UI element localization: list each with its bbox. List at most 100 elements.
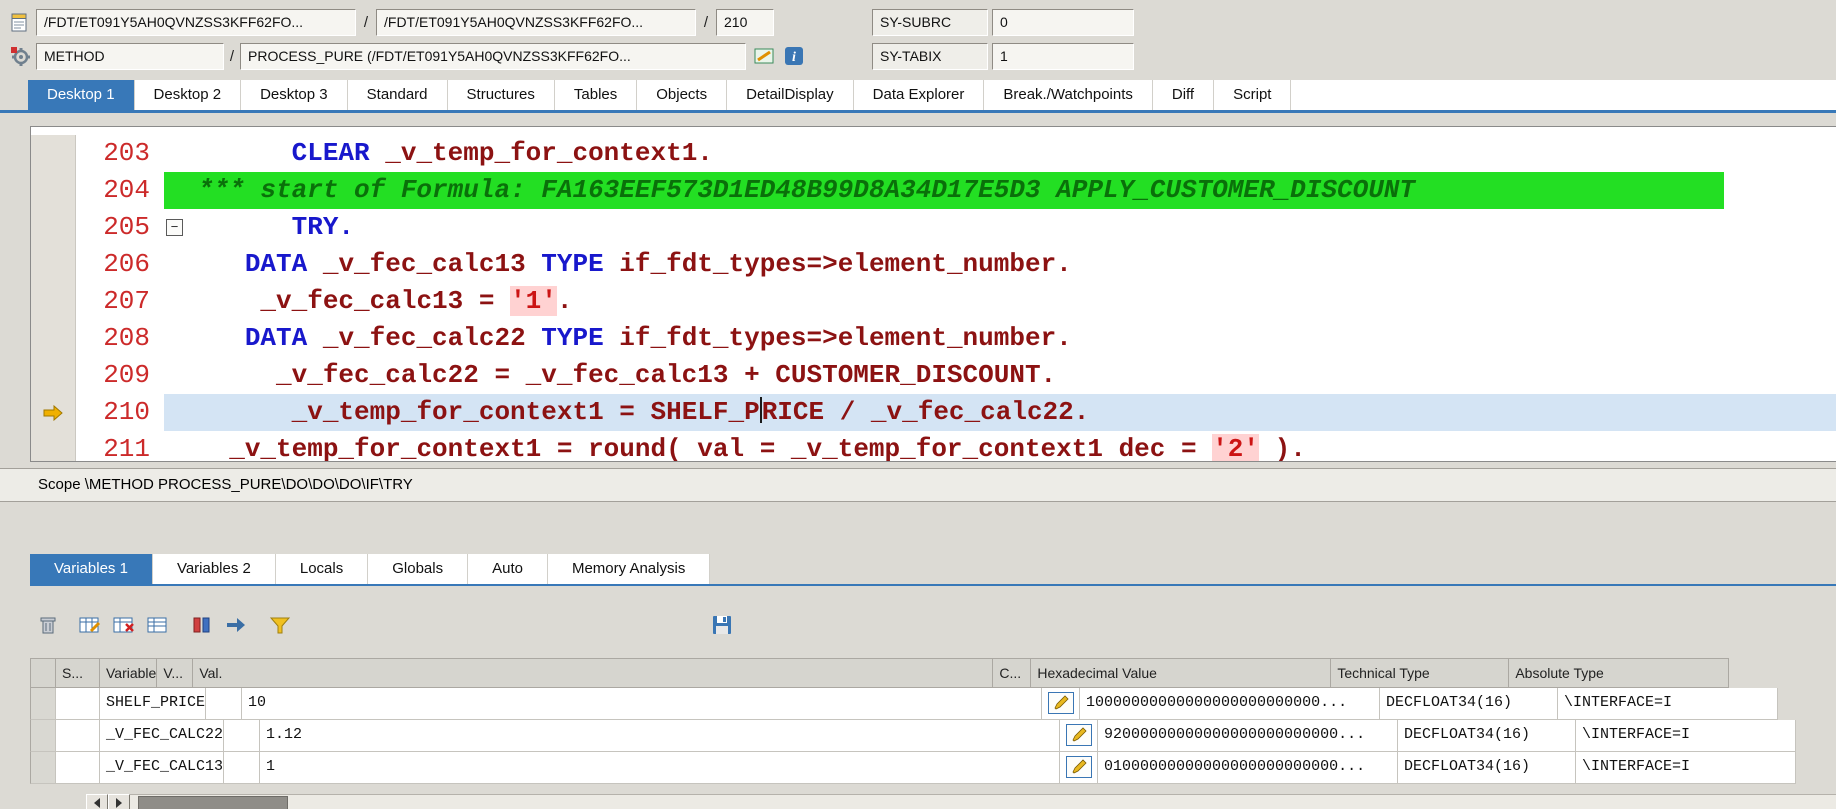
tab-memory-analysis[interactable]: Memory Analysis xyxy=(548,554,711,584)
tab-desktop-1[interactable]: Desktop 1 xyxy=(28,80,135,110)
transfer-icon[interactable] xyxy=(222,611,250,639)
tab-break-watchpoints[interactable]: Break./Watchpoints xyxy=(984,80,1153,110)
tab-data-explorer[interactable]: Data Explorer xyxy=(854,80,985,110)
info-icon[interactable]: i xyxy=(782,44,806,68)
tab-tables[interactable]: Tables xyxy=(555,80,638,110)
tab-desktop-3[interactable]: Desktop 3 xyxy=(241,80,348,110)
breakpoint-gutter[interactable] xyxy=(31,135,76,172)
column-header-tech[interactable]: Technical Type xyxy=(1331,658,1510,688)
scroll-left-button[interactable] xyxy=(86,794,108,809)
breakpoint-gutter[interactable] xyxy=(31,283,76,320)
tab-variables-2[interactable]: Variables 2 xyxy=(153,554,276,584)
code-text: TRY. xyxy=(291,212,355,242)
save-icon[interactable] xyxy=(708,611,736,639)
code-line-207[interactable]: 207 _v_fec_calc13 = '1'. xyxy=(31,283,1836,320)
technical-type-cell: DECFLOAT34(16) xyxy=(1398,720,1577,752)
breakpoint-gutter[interactable] xyxy=(31,357,76,394)
tab-detaildisplay[interactable]: DetailDisplay xyxy=(727,80,854,110)
tab-structures[interactable]: Structures xyxy=(448,80,555,110)
column-header-c[interactable]: C... xyxy=(993,658,1032,688)
column-header-v[interactable]: V... xyxy=(157,658,194,688)
event-detail-field[interactable]: PROCESS_PURE (/FDT/ET091Y5AH0QVNZSS3KFF6… xyxy=(240,43,746,70)
breakpoint-gutter[interactable] xyxy=(31,320,76,357)
variable-cell[interactable]: SHELF_PRICE xyxy=(100,688,207,720)
fold-margin xyxy=(164,357,198,394)
tab-locals[interactable]: Locals xyxy=(276,554,369,584)
code-line-205[interactable]: 205− TRY. xyxy=(31,209,1836,246)
filter-icon[interactable] xyxy=(266,611,294,639)
tab-objects[interactable]: Objects xyxy=(637,80,728,110)
hex-value-cell: 92000000000000000000000000... xyxy=(1098,720,1399,752)
row-selector[interactable] xyxy=(30,720,56,752)
edit-value-pencil-icon[interactable] xyxy=(1066,756,1093,778)
value-cell[interactable]: 10 xyxy=(242,688,1043,720)
desktop-tab-underline xyxy=(0,110,1836,113)
hex-value-cell: 01000000000000000000000000... xyxy=(1098,752,1399,784)
code-line-210[interactable]: 210 _v_temp_for_context1 = SHELF_PRICE /… xyxy=(31,394,1836,431)
insert-column-icon[interactable] xyxy=(188,611,216,639)
code-text: _v_temp_for_context1 = SHELF_PRICE / _v_… xyxy=(198,394,1836,431)
column-header-s[interactable]: S... xyxy=(56,658,100,688)
column-header-abs[interactable]: Absolute Type xyxy=(1509,658,1730,688)
edit-value-pencil-icon[interactable] xyxy=(1066,724,1093,746)
stack-icon[interactable] xyxy=(8,10,32,34)
code-line-208[interactable]: 208 DATA _v_fec_calc22 TYPE if_fdt_types… xyxy=(31,320,1836,357)
row-selector[interactable] xyxy=(30,752,56,784)
tab-desktop-2[interactable]: Desktop 2 xyxy=(135,80,242,110)
method-icon[interactable] xyxy=(8,44,32,68)
edit-value-pencil-icon[interactable] xyxy=(1048,692,1075,714)
column-header-variable[interactable]: Variable xyxy=(100,658,158,688)
tab-script[interactable]: Script xyxy=(1214,80,1292,110)
include-field[interactable]: /FDT/ET091Y5AH0QVNZSS3KFF62FO... xyxy=(376,9,696,36)
horizontal-scrollbar[interactable] xyxy=(30,794,1836,809)
scroll-right-button[interactable] xyxy=(108,794,130,809)
collapse-toggle-icon[interactable]: − xyxy=(164,209,198,246)
line-number: 203 xyxy=(103,138,150,168)
edit-cell[interactable] xyxy=(1060,752,1099,784)
fold-margin xyxy=(164,246,198,283)
field-list-icon[interactable] xyxy=(144,611,172,639)
sy-subrc-value[interactable]: 0 xyxy=(992,9,1134,36)
code-line-211[interactable]: 211 _v_temp_for_context1 = round( val = … xyxy=(31,431,1836,461)
edit-cell[interactable] xyxy=(1060,720,1099,752)
variable-cell[interactable]: _V_FEC_CALC13 xyxy=(100,752,225,784)
tab-auto[interactable]: Auto xyxy=(468,554,548,584)
code-line-203[interactable]: 203 CLEAR _v_temp_for_context1. xyxy=(31,135,1836,172)
breakpoint-gutter[interactable] xyxy=(31,172,76,209)
value-cell[interactable]: 1.12 xyxy=(260,720,1061,752)
row-selector[interactable] xyxy=(30,688,56,720)
value-cell[interactable]: 1 xyxy=(260,752,1061,784)
scroll-right-icon xyxy=(116,798,122,808)
edit-fields-icon[interactable] xyxy=(76,611,104,639)
event-type-field[interactable]: METHOD xyxy=(36,43,224,70)
current-line-arrow-icon[interactable] xyxy=(31,394,76,431)
stack-field[interactable]: /FDT/ET091Y5AH0QVNZSS3KFF62FO... xyxy=(36,9,356,36)
code-editor[interactable]: 203 CLEAR _v_temp_for_context1. 204 *** st… xyxy=(30,126,1836,462)
tab-diff[interactable]: Diff xyxy=(1153,80,1215,110)
variable-cell[interactable]: _V_FEC_CALC22 xyxy=(100,720,225,752)
desktop-tab-bar: Desktop 1 Desktop 2 Desktop 3 Standard Struc… xyxy=(28,80,1836,110)
code-line-209[interactable]: 209 _v_fec_calc22 = _v_fec_calc13 + CUST… xyxy=(31,357,1836,394)
breakpoint-gutter[interactable] xyxy=(31,431,76,461)
sy-tabix-value[interactable]: 1 xyxy=(992,43,1134,70)
tab-globals[interactable]: Globals xyxy=(368,554,469,584)
remove-fields-icon[interactable] xyxy=(110,611,138,639)
code-line-206[interactable]: 206 DATA _v_fec_calc13 TYPE if_fdt_types… xyxy=(31,246,1836,283)
column-header-sel[interactable] xyxy=(30,658,56,688)
column-header-val[interactable]: Val. xyxy=(193,658,994,688)
display-change-icon[interactable] xyxy=(752,44,776,68)
code-line-204[interactable]: 204 *** start of Formula: FA163EEF573D1ED… xyxy=(31,172,1836,209)
line-number-field[interactable]: 210 xyxy=(716,9,774,36)
separator: / xyxy=(363,14,369,31)
scrollbar-thumb[interactable] xyxy=(138,796,288,809)
delete-icon[interactable] xyxy=(34,611,62,639)
breakpoint-gutter[interactable] xyxy=(31,246,76,283)
edit-cell[interactable] xyxy=(1042,688,1081,720)
scrollbar-track[interactable] xyxy=(130,794,1836,809)
fold-margin xyxy=(164,320,198,357)
fold-margin xyxy=(164,135,198,172)
tab-standard[interactable]: Standard xyxy=(348,80,448,110)
column-header-hex[interactable]: Hexadecimal Value xyxy=(1031,658,1332,688)
tab-variables-1[interactable]: Variables 1 xyxy=(30,554,153,584)
breakpoint-gutter[interactable] xyxy=(31,209,76,246)
